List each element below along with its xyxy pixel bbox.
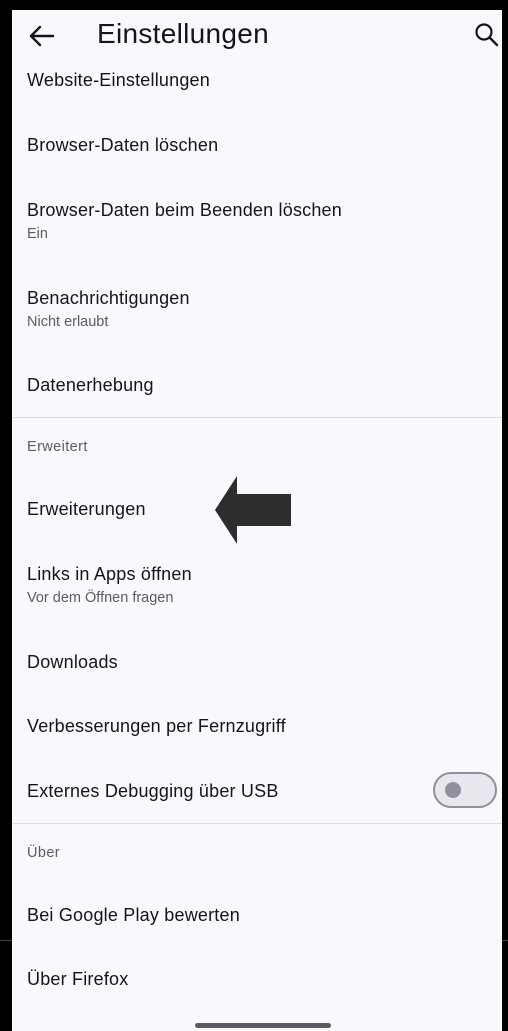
open-links-in-apps-label: Links in Apps öffnen <box>27 564 192 584</box>
frame-edge-line <box>0 940 12 941</box>
website-settings-item[interactable]: Website-Einstellungen <box>27 70 502 91</box>
usb-debugging-switch[interactable] <box>433 772 497 808</box>
usb-debugging-label: Externes Debugging über USB <box>27 781 279 801</box>
about-firefox-item[interactable]: Über Firefox <box>27 969 502 990</box>
arrow-pointer-icon <box>215 476 291 544</box>
search-icon <box>475 23 499 47</box>
clear-browsing-data-item[interactable]: Browser-Daten löschen <box>27 135 502 156</box>
clear-data-on-exit-status: Ein <box>27 226 48 242</box>
section-header-about: Über <box>27 845 61 861</box>
website-settings-label: Website-Einstellungen <box>27 70 210 90</box>
notifications-label: Benachrichtigungen <box>27 288 190 308</box>
top-app-bar: Einstellungen <box>12 10 502 62</box>
data-collection-item[interactable]: Datenerhebung <box>27 375 502 396</box>
arrow-left-icon <box>29 25 55 47</box>
open-links-in-apps-item[interactable]: Links in Apps öffnen Vor dem Öffnen frag… <box>27 564 502 606</box>
clear-data-on-exit-label: Browser-Daten beim Beenden löschen <box>27 200 342 220</box>
downloads-label: Downloads <box>27 652 118 672</box>
page-title: Einstellungen <box>97 18 270 49</box>
rate-on-google-play-label: Bei Google Play bewerten <box>27 905 240 925</box>
section-divider <box>12 823 502 824</box>
settings-screen: Einstellungen Website-Einstellungen Brow… <box>12 10 502 1031</box>
about-firefox-label: Über Firefox <box>27 969 129 989</box>
frame-edge-line <box>502 940 508 941</box>
remote-improvements-label: Verbesserungen per Fernzugriff <box>27 716 286 736</box>
search-button[interactable] <box>474 20 502 50</box>
back-button[interactable] <box>26 20 58 52</box>
rate-on-google-play-item[interactable]: Bei Google Play bewerten <box>27 905 502 926</box>
home-indicator[interactable] <box>195 1023 331 1028</box>
notifications-status: Nicht erlaubt <box>27 314 109 330</box>
clear-data-on-exit-item[interactable]: Browser-Daten beim Beenden löschen Ein <box>27 200 502 242</box>
downloads-item[interactable]: Downloads <box>27 652 502 673</box>
section-header-advanced: Erweitert <box>27 439 88 455</box>
clear-browsing-data-label: Browser-Daten löschen <box>27 135 219 155</box>
open-links-in-apps-status: Vor dem Öffnen fragen <box>27 590 174 606</box>
remote-improvements-item[interactable]: Verbesserungen per Fernzugriff <box>27 716 502 737</box>
switch-thumb <box>445 782 461 798</box>
notifications-item[interactable]: Benachrichtigungen Nicht erlaubt <box>27 288 502 330</box>
section-divider <box>12 417 502 418</box>
usb-debugging-item[interactable]: Externes Debugging über USB <box>27 781 502 802</box>
data-collection-label: Datenerhebung <box>27 375 154 395</box>
